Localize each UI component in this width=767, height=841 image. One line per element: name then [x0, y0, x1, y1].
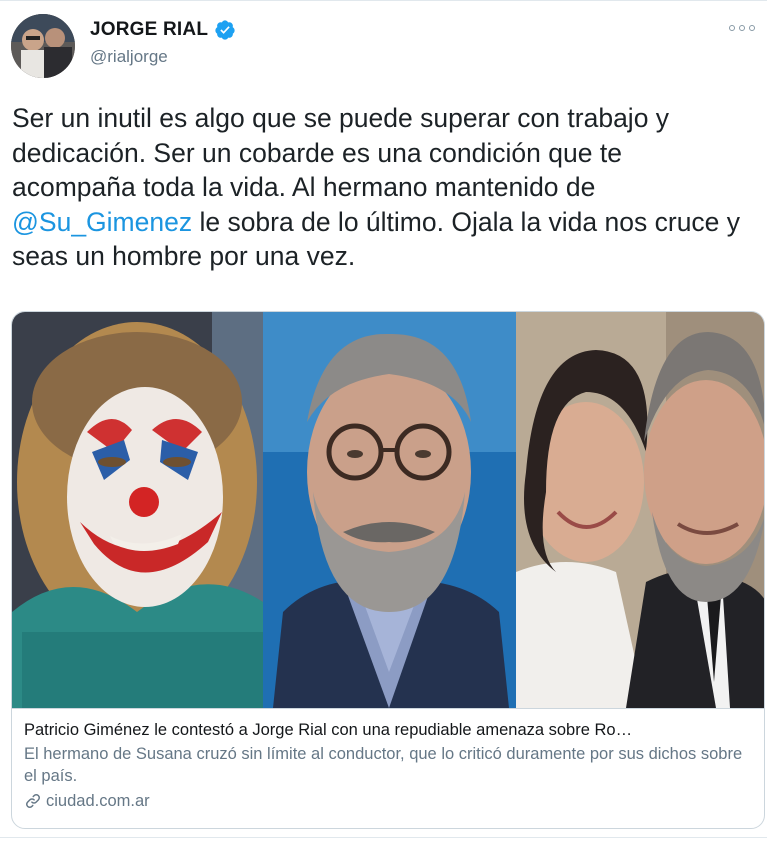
author-handle[interactable]: @rialjorge	[90, 47, 168, 67]
clown-face-photo	[12, 312, 263, 708]
verified-badge-icon	[215, 20, 235, 40]
tweet[interactable]: JORGE RIAL @rialjorge Ser un inutil es a…	[0, 0, 767, 841]
more-options-icon[interactable]	[729, 21, 755, 35]
card-domain[interactable]: ciudad.com.ar	[46, 790, 150, 812]
author-display-name[interactable]: JORGE RIAL	[90, 19, 208, 41]
link-icon	[26, 794, 40, 808]
card-description: El hermano de Susana cruzó sin límite al…	[24, 745, 743, 785]
tweet-text: Ser un inutil es algo que se puede super…	[12, 101, 752, 274]
card-title[interactable]: Patricio Giménez le contestó a Jorge Ria…	[24, 719, 754, 741]
card-image-collage[interactable]	[12, 312, 764, 708]
man-with-glasses-photo	[263, 312, 516, 708]
tweet-text-part-1: Ser un inutil es algo que se puede super…	[12, 103, 670, 202]
divider	[0, 837, 767, 838]
avatar[interactable]	[11, 14, 75, 78]
couple-photo	[516, 312, 764, 708]
link-preview-card[interactable]: Patricio Giménez le contestó a Jorge Ria…	[11, 311, 765, 829]
mention-link[interactable]: @Su_Gimenez	[12, 207, 192, 237]
